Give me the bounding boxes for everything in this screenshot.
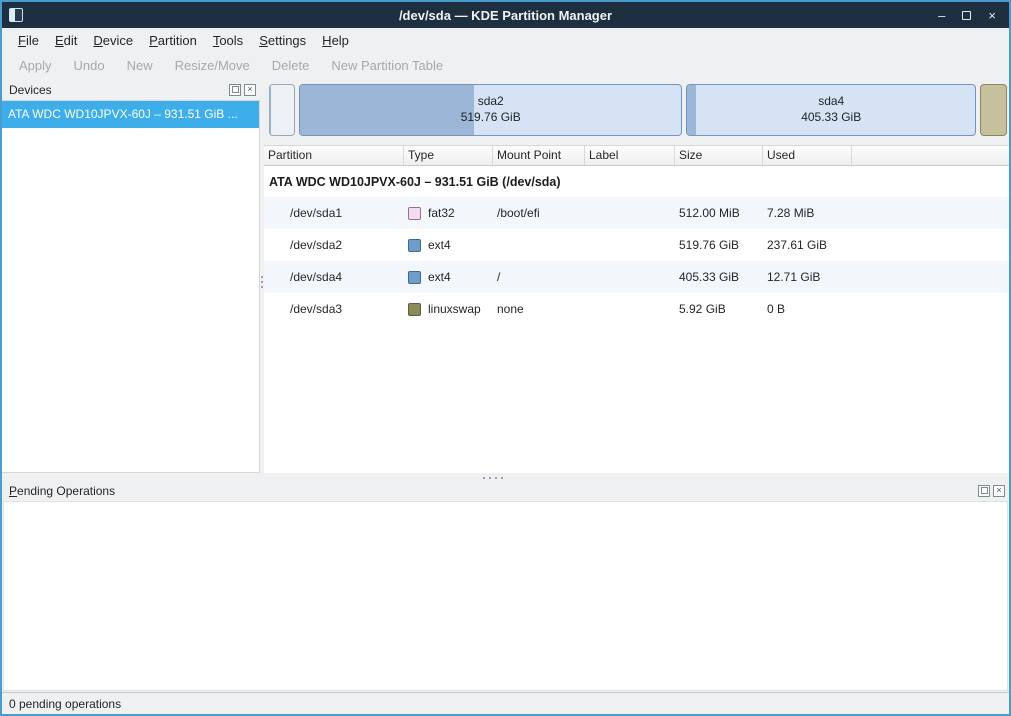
window-title: /dev/sda — KDE Partition Manager — [2, 8, 1009, 23]
cell-used: 12.71 GiB — [763, 270, 852, 284]
cell-used: 7.28 MiB — [763, 206, 852, 220]
column-header-label[interactable]: Label — [585, 146, 675, 165]
devices-panel-header: Devices × — [2, 81, 260, 98]
horizontal-splitter[interactable] — [2, 473, 1009, 482]
filesystem-type-label: linuxswap — [428, 302, 481, 316]
menubar: File Edit Device Partition Tools Setting… — [2, 28, 1009, 52]
cell-type: ext4 — [404, 238, 493, 252]
cell-type: fat32 — [404, 206, 493, 220]
table-row-sda1[interactable]: /dev/sda1 fat32 /boot/efi 512.00 MiB 7.2… — [264, 197, 1009, 229]
table-row-sda4[interactable]: /dev/sda4 ext4 / 405.33 GiB 12.71 GiB — [264, 261, 1009, 293]
undo-button[interactable]: Undo — [63, 58, 116, 73]
main-area: Devices × ATA WDC WD10JPVX-60J – 931.51 … — [2, 78, 1009, 473]
apply-button[interactable]: Apply — [8, 58, 63, 73]
partition-segment-sda1[interactable]: sda1 — [269, 84, 295, 136]
content-area: sda1 sda2 519.76 GiB sda4 405.33 GiB Par… — [264, 78, 1009, 473]
pending-operations-title: Pending Operations — [9, 484, 115, 498]
pending-operations-count: 0 pending operations — [9, 697, 121, 711]
partition-segment-sda2[interactable]: sda2 519.76 GiB — [299, 84, 682, 136]
titlebar: /dev/sda — KDE Partition Manager – × — [2, 2, 1009, 28]
window-controls: – × — [938, 9, 1009, 22]
table-row-sda2[interactable]: /dev/sda2 ext4 519.76 GiB 237.61 GiB — [264, 229, 1009, 261]
new-partition-table-button[interactable]: New Partition Table — [320, 58, 454, 73]
filesystem-color-swatch — [408, 207, 421, 220]
close-dock-icon[interactable]: × — [993, 485, 1005, 497]
column-header-size[interactable]: Size — [675, 146, 763, 165]
cell-mount-point: /boot/efi — [493, 206, 585, 220]
cell-partition: /dev/sda2 — [264, 238, 404, 252]
cell-partition: /dev/sda4 — [264, 270, 404, 284]
app-icon — [9, 8, 23, 22]
table-empty-area — [264, 325, 1009, 473]
statusbar: 0 pending operations — [2, 692, 1009, 714]
table-header-row: Partition Type Mount Point Label Size Us… — [264, 145, 1009, 166]
devices-panel-title: Devices — [9, 83, 52, 97]
partition-bar: sda1 sda2 519.76 GiB sda4 405.33 GiB — [269, 84, 1007, 136]
column-header-type[interactable]: Type — [404, 146, 493, 165]
menu-help[interactable]: Help — [314, 30, 357, 51]
cell-size: 512.00 MiB — [675, 206, 763, 220]
menu-file[interactable]: File — [10, 30, 47, 51]
float-dock-icon[interactable] — [978, 485, 990, 497]
column-header-partition[interactable]: Partition — [264, 146, 404, 165]
pending-operations-header: Pending Operations × — [2, 482, 1009, 499]
resize-move-button[interactable]: Resize/Move — [164, 58, 261, 73]
column-header-filler — [852, 146, 1009, 165]
pending-dock-buttons: × — [978, 485, 1005, 497]
device-list-item-selected[interactable]: ATA WDC WD10JPVX-60J – 931.51 GiB ... — [2, 101, 259, 128]
close-button[interactable]: × — [988, 9, 996, 22]
cell-mount-point: none — [493, 302, 585, 316]
devices-panel: Devices × ATA WDC WD10JPVX-60J – 931.51 … — [2, 78, 260, 473]
device-group-row[interactable]: ATA WDC WD10JPVX-60J – 931.51 GiB (/dev/… — [264, 166, 1009, 197]
table-row-sda3[interactable]: /dev/sda3 linuxswap none 5.92 GiB 0 B — [264, 293, 1009, 325]
partition-segment-sda3[interactable] — [980, 84, 1007, 136]
column-header-used[interactable]: Used — [763, 146, 852, 165]
cell-size: 519.76 GiB — [675, 238, 763, 252]
filesystem-color-swatch — [408, 303, 421, 316]
menu-settings[interactable]: Settings — [251, 30, 314, 51]
cell-used: 0 B — [763, 302, 852, 316]
menu-edit[interactable]: Edit — [47, 30, 85, 51]
cell-partition: /dev/sda1 — [264, 206, 404, 220]
used-space-fill — [300, 85, 474, 135]
partition-segment-sda4[interactable]: sda4 405.33 GiB — [686, 84, 976, 136]
segment-name: sda2 — [478, 94, 504, 110]
filesystem-type-label: fat32 — [428, 206, 455, 220]
delete-button[interactable]: Delete — [261, 58, 321, 73]
menu-partition[interactable]: Partition — [141, 30, 205, 51]
close-dock-icon[interactable]: × — [244, 84, 256, 96]
minimize-button[interactable]: – — [938, 9, 945, 22]
toolbar: Apply Undo New Resize/Move Delete New Pa… — [2, 52, 1009, 78]
menu-device[interactable]: Device — [85, 30, 141, 51]
segment-size: 405.33 GiB — [801, 110, 861, 126]
float-dock-icon[interactable] — [229, 84, 241, 96]
segment-size: 519.76 GiB — [461, 110, 521, 126]
segment-name: sda4 — [818, 94, 844, 110]
new-button[interactable]: New — [116, 58, 164, 73]
filesystem-type-label: ext4 — [428, 238, 451, 252]
devices-dock-buttons: × — [229, 84, 256, 96]
filesystem-color-swatch — [408, 239, 421, 252]
vertical-splitter[interactable] — [260, 78, 264, 473]
filesystem-type-label: ext4 — [428, 270, 451, 284]
maximize-button[interactable] — [962, 11, 971, 20]
cell-mount-point: / — [493, 270, 585, 284]
menu-tools[interactable]: Tools — [205, 30, 251, 51]
cell-used: 237.61 GiB — [763, 238, 852, 252]
used-space-fill — [687, 85, 696, 135]
filesystem-color-swatch — [408, 271, 421, 284]
cell-size: 405.33 GiB — [675, 270, 763, 284]
cell-type: linuxswap — [404, 302, 493, 316]
cell-size: 5.92 GiB — [675, 302, 763, 316]
column-header-mount-point[interactable]: Mount Point — [493, 146, 585, 165]
device-list: ATA WDC WD10JPVX-60J – 931.51 GiB ... — [2, 100, 260, 473]
cell-type: ext4 — [404, 270, 493, 284]
pending-operations-list — [3, 501, 1008, 691]
app-window: /dev/sda — KDE Partition Manager – × Fil… — [0, 0, 1011, 716]
cell-partition: /dev/sda3 — [264, 302, 404, 316]
partition-table: Partition Type Mount Point Label Size Us… — [264, 145, 1009, 473]
